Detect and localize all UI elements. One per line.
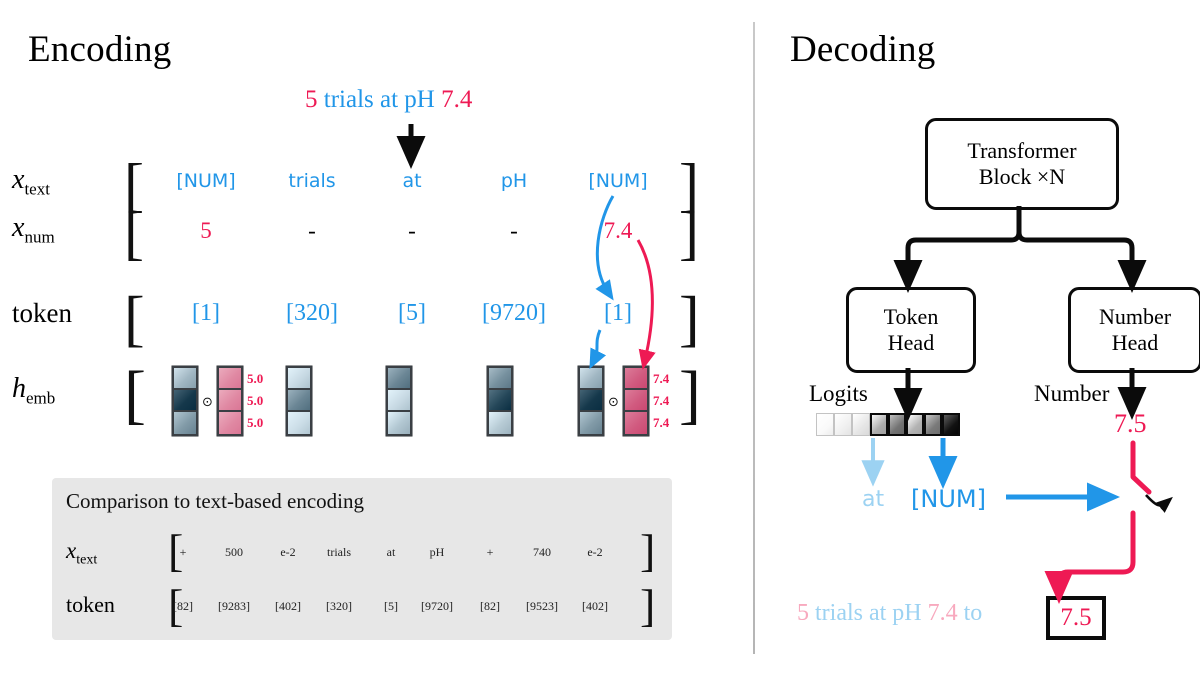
- number-head-node: Number Head: [1068, 287, 1200, 373]
- embedding-number-label-4-1: 7.4: [653, 393, 670, 408]
- embedding-token-col-3-cell-0: [489, 368, 511, 390]
- logits-cell-3: [870, 413, 888, 436]
- comparison-row-1-cell-0: [82]: [173, 599, 193, 613]
- comparison-row-1-cell-3: [320]: [326, 599, 352, 613]
- logits-label: Logits: [809, 381, 868, 406]
- faded-candidate-token: at: [862, 487, 885, 512]
- embedding-number-col-0-cell-2: [219, 412, 241, 434]
- embedding-number-label-0-0: 5.0: [247, 371, 264, 386]
- comparison-row-1-cell-1: [9283]: [218, 599, 250, 613]
- embedding-token-col-3-cell-1: [489, 390, 511, 412]
- output-part-0: 5: [797, 600, 809, 626]
- embedding-token-col-4-cell-2: [580, 412, 602, 434]
- embedding-token-col-1-cell-1: [288, 390, 310, 412]
- embedding-number-label-4-0: 7.4: [653, 371, 670, 386]
- embedding-token-col-1-cell-0: [288, 368, 310, 390]
- logits-cell-2: [852, 413, 870, 436]
- hadamard-operator-4: ⊙: [608, 395, 619, 410]
- comparison-row-1-cell-7: [9523]: [526, 599, 558, 613]
- transformer-block-label: Transformer Block ×N: [967, 138, 1076, 190]
- comparison-row-0-cell-8: e-2: [587, 545, 603, 559]
- number-head-label: Number Head: [1099, 304, 1171, 356]
- embedding-token-col-2-cell-2: [388, 412, 410, 434]
- embedding-token-col-4-cell-1: [580, 390, 602, 412]
- comparison-row-1-cell-2: [402]: [275, 599, 301, 613]
- output-part-2: 7.4: [927, 600, 958, 626]
- embedding-token-col-2-cell-0: [388, 368, 410, 390]
- comparison-row-0-cell-0: +: [179, 545, 187, 559]
- boxed-result-value: 7.5: [1060, 604, 1092, 631]
- comparison-row-0-cell-6: +: [486, 545, 494, 559]
- predicted-token: [NUM]: [911, 485, 986, 513]
- logits-cell-5: [906, 413, 924, 436]
- embedding-token-col-0-cell-2: [174, 412, 196, 434]
- embedding-number-label-0-2: 5.0: [247, 415, 264, 430]
- token-head-node: Token Head: [846, 287, 976, 373]
- hadamard-operator-0: ⊙: [202, 395, 213, 410]
- comparison-row-label-x-text: xtext: [66, 538, 97, 568]
- figure-root: Encoding Decoding 5 trials at pH 7.4 xte…: [0, 0, 1200, 675]
- embedding-token-col-2: [386, 366, 412, 436]
- output-sentence: 5 trials at pH 7.4 to: [797, 600, 982, 627]
- embedding-number-col-0-cell-1: [219, 390, 241, 412]
- number-label: Number: [1034, 381, 1110, 406]
- number-head-line2: Head: [1111, 330, 1159, 355]
- embedding-token-col-0-cell-0: [174, 368, 196, 390]
- embedding-token-col-3: [487, 366, 513, 436]
- predicted-number: 7.5: [1114, 409, 1147, 438]
- embedding-number-col-0: [217, 366, 243, 436]
- comparison-row-1-cell-5: [9720]: [421, 599, 453, 613]
- embedding-number-label-0-1: 5.0: [247, 393, 264, 408]
- comparison-row-0-cell-5: pH: [429, 545, 445, 559]
- embedding-number-col-4-cell-2: [625, 412, 647, 434]
- comparison-row-1-cell-4: [5]: [384, 599, 398, 613]
- token-head-line2: Head: [887, 330, 935, 355]
- comparison-row-0-cell-3: trials: [327, 545, 351, 559]
- comparison-bracket-close-token: ]: [640, 580, 656, 631]
- comparison-row-0-cell-2: e-2: [280, 545, 296, 559]
- comparison-row-label-token: token: [66, 592, 115, 618]
- comparison-row-0-cell-4: at: [386, 545, 396, 559]
- output-part-1: trials at pH: [815, 600, 922, 626]
- comparison-x-text-sub: text: [76, 552, 98, 568]
- comparison-token-base: token: [66, 592, 115, 617]
- embedding-token-col-0-cell-1: [174, 390, 196, 412]
- embedding-token-col-0: [172, 366, 198, 436]
- embedding-token-col-4: [578, 366, 604, 436]
- boxed-result: 7.5: [1046, 596, 1106, 640]
- logits-cell-6: [924, 413, 942, 436]
- logits-cell-4: [888, 413, 906, 436]
- embedding-number-label-4-2: 7.4: [653, 415, 670, 430]
- embedding-token-col-2-cell-1: [388, 390, 410, 412]
- comparison-row-1-cell-6: [82]: [480, 599, 500, 613]
- embedding-token-col-1-cell-2: [288, 412, 310, 434]
- transformer-block-node: Transformer Block ×N: [925, 118, 1119, 210]
- embedding-number-col-4-cell-1: [625, 390, 647, 412]
- comparison-bracket-close-x-text: ]: [640, 525, 656, 576]
- token-head-label: Token Head: [884, 304, 939, 356]
- comparison-title: Comparison to text-based encoding: [66, 489, 365, 513]
- logits-cell-7: [942, 413, 960, 436]
- comparison-row-0-cell-1: 500: [225, 545, 243, 559]
- embedding-token-col-4-cell-0: [580, 368, 602, 390]
- output-part-3: to: [963, 600, 983, 626]
- token-head-line1: Token: [883, 304, 939, 330]
- transformer-block-line2: Block ×N: [978, 164, 1066, 189]
- embedding-token-col-3-cell-2: [489, 412, 511, 434]
- comparison-x-text-base: x: [66, 538, 77, 563]
- embedding-number-col-4: [623, 366, 649, 436]
- logits-bar: [816, 413, 960, 436]
- embedding-number-col-0-cell-0: [219, 368, 241, 390]
- logits-cell-0: [816, 413, 834, 436]
- comparison-row-1-cell-8: [402]: [582, 599, 608, 613]
- embedding-token-col-1: [286, 366, 312, 436]
- comparison-row-0-cell-7: 740: [533, 545, 551, 559]
- number-head-line1: Number: [1098, 304, 1172, 330]
- embedding-number-col-4-cell-0: [625, 368, 647, 390]
- transformer-block-line1: Transformer: [967, 138, 1077, 164]
- logits-cell-1: [834, 413, 852, 436]
